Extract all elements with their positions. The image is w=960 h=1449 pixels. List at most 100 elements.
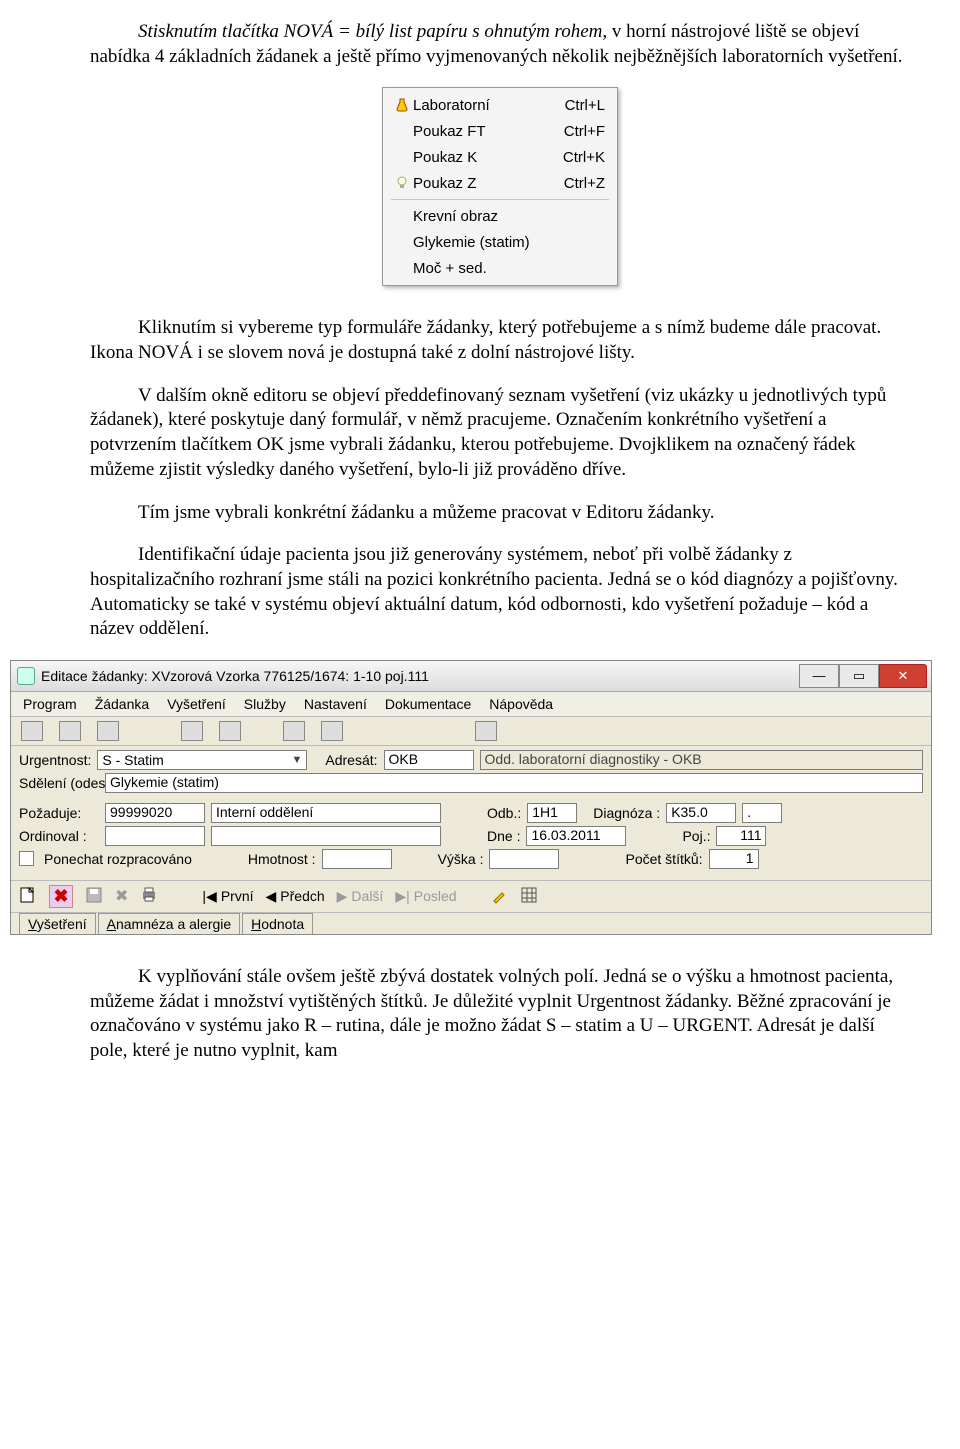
adresat-desc: Odd. laboratorní diagnostiky - OKB bbox=[480, 750, 923, 770]
label-dne: Dne : bbox=[487, 828, 520, 844]
ctx-item-krevni-obraz[interactable]: Krevní obraz bbox=[385, 203, 615, 229]
cancel-icon[interactable]: ✖ bbox=[115, 886, 128, 906]
label-urgentnost: Urgentnost: bbox=[19, 752, 91, 768]
ctx-accel: Ctrl+L bbox=[565, 97, 605, 114]
nav-first[interactable]: |◀ První bbox=[202, 888, 253, 905]
label-ponechat: Ponechat rozpracováno bbox=[44, 851, 192, 867]
menu-napoveda[interactable]: Nápověda bbox=[489, 696, 553, 712]
ctx-item-moc-sed[interactable]: Moč + sed. bbox=[385, 255, 615, 281]
label-sdeleni: Sdělení (odeslán ad): bbox=[19, 775, 99, 791]
chevron-down-icon: ▼ bbox=[291, 754, 302, 766]
sdeleni-input[interactable]: Glykemie (statim) bbox=[105, 773, 923, 793]
brush-icon[interactable] bbox=[491, 886, 509, 907]
ctx-item-poukaz-z[interactable]: Poukaz Z Ctrl+Z bbox=[385, 170, 615, 196]
app-icon bbox=[17, 667, 35, 685]
minimize-button[interactable]: — bbox=[799, 664, 839, 688]
ctx-label: Poukaz Z bbox=[413, 175, 564, 192]
ctx-item-glykemie[interactable]: Glykemie (statim) bbox=[385, 229, 615, 255]
tab-anamneza[interactable]: Anamnéza a alergie bbox=[98, 913, 241, 934]
tab-hodnota[interactable]: Hodnota bbox=[242, 913, 313, 934]
toolbar-icon[interactable] bbox=[219, 721, 241, 741]
paragraph-1: Stisknutím tlačítka NOVÁ = bílý list pap… bbox=[90, 20, 910, 69]
pocet-stitku-input[interactable]: 1 bbox=[709, 849, 759, 869]
ctx-label: Poukaz FT bbox=[413, 123, 564, 140]
ctx-accel: Ctrl+Z bbox=[564, 175, 605, 192]
label-vyska: Výška : bbox=[438, 851, 484, 867]
new-icon[interactable] bbox=[19, 886, 37, 907]
diagnoza-input[interactable]: K35.0 bbox=[666, 803, 736, 823]
menu-program[interactable]: Program bbox=[23, 696, 77, 712]
nav-toolbar: ✖ ✖ |◀ První ◀ Předch ▶ Další ▶| Posled bbox=[11, 880, 931, 913]
ctx-label: Laboratorní bbox=[413, 97, 565, 114]
pozaduje-kod-input[interactable]: 99999020 bbox=[105, 803, 205, 823]
save-icon[interactable] bbox=[85, 886, 103, 907]
menu-dokumentace[interactable]: Dokumentace bbox=[385, 696, 471, 712]
ctx-item-poukaz-k[interactable]: Poukaz K Ctrl+K bbox=[385, 144, 615, 170]
urgentnost-select[interactable]: S - Statim ▼ bbox=[97, 750, 307, 770]
form-area: Urgentnost: S - Statim ▼ Adresát: OKB Od… bbox=[11, 746, 931, 880]
tab-vysetreni[interactable]: Vyšetření bbox=[19, 913, 96, 934]
nav-next[interactable]: ▶ Další bbox=[337, 888, 384, 905]
label-pozaduje: Požaduje: bbox=[19, 805, 99, 821]
ctx-item-poukaz-ft[interactable]: Poukaz FT Ctrl+F bbox=[385, 118, 615, 144]
close-button[interactable]: ✕ bbox=[879, 664, 927, 688]
ctx-label: Glykemie (statim) bbox=[413, 234, 605, 251]
hmotnost-input[interactable] bbox=[322, 849, 392, 869]
adresat-input[interactable]: OKB bbox=[384, 750, 474, 770]
menu-zadanka[interactable]: Žádanka bbox=[95, 696, 149, 712]
ctx-label: Moč + sed. bbox=[413, 260, 605, 277]
bulb-icon bbox=[391, 176, 413, 190]
toolbar-icon[interactable] bbox=[475, 721, 497, 741]
flask-icon bbox=[391, 98, 413, 112]
nav-prev[interactable]: ◀ Předch bbox=[266, 888, 325, 905]
odb-input[interactable]: 1H1 bbox=[527, 803, 577, 823]
dne-input[interactable]: 16.03.2011 bbox=[526, 826, 626, 846]
toolbar-icon[interactable] bbox=[59, 721, 81, 741]
label-diagnoza: Diagnóza : bbox=[593, 805, 660, 821]
label-pocet-stitku: Počet štítků: bbox=[625, 851, 702, 867]
label-poj: Poj.: bbox=[682, 828, 710, 844]
label-odb: Odb.: bbox=[487, 805, 521, 821]
poj-input[interactable]: 111 bbox=[716, 826, 766, 846]
toolbar-icon[interactable] bbox=[321, 721, 343, 741]
p1-italic: Stisknutím tlačítka NOVÁ = bílý list pap… bbox=[138, 21, 607, 42]
pozaduje-nazev-input[interactable]: Interní oddělení bbox=[211, 803, 441, 823]
ctx-accel: Ctrl+F bbox=[564, 123, 605, 140]
ctx-item-laboratorni[interactable]: Laboratorní Ctrl+L bbox=[385, 92, 615, 118]
context-menu: Laboratorní Ctrl+L Poukaz FT Ctrl+F Pouk… bbox=[382, 87, 618, 286]
ordinoval-kod-input[interactable] bbox=[105, 826, 205, 846]
toolbar-icon[interactable] bbox=[283, 721, 305, 741]
paragraph-2: Kliknutím si vybereme typ formuláře žáda… bbox=[90, 316, 910, 365]
separator bbox=[391, 199, 609, 200]
delete-icon[interactable]: ✖ bbox=[49, 885, 73, 908]
menu-vysetreni[interactable]: Vyšetření bbox=[167, 696, 226, 712]
vyska-input[interactable] bbox=[489, 849, 559, 869]
diagnoza2-input[interactable]: . bbox=[742, 803, 782, 823]
urgentnost-value: S - Statim bbox=[102, 752, 163, 768]
maximize-button[interactable]: ▭ bbox=[839, 664, 879, 688]
window-titlebar: Editace žádanky: XVzorová Vzorka 776125/… bbox=[11, 661, 931, 692]
toolbar bbox=[11, 717, 931, 746]
context-menu-screenshot: Laboratorní Ctrl+L Poukaz FT Ctrl+F Pouk… bbox=[90, 87, 910, 286]
paragraph-5: Identifikační údaje pacienta jsou již ge… bbox=[90, 543, 910, 642]
menu-nastaveni[interactable]: Nastavení bbox=[304, 696, 367, 712]
editor-window-screenshot: Editace žádanky: XVzorová Vzorka 776125/… bbox=[10, 660, 932, 935]
paragraph-3: V dalším okně editoru se objeví předdefi… bbox=[90, 384, 910, 483]
label-adresat: Adresát: bbox=[325, 752, 377, 768]
print-icon[interactable] bbox=[140, 886, 158, 907]
label-hmotnost: Hmotnost : bbox=[248, 851, 316, 867]
toolbar-icon[interactable] bbox=[21, 721, 43, 741]
window-title: Editace žádanky: XVzorová Vzorka 776125/… bbox=[41, 668, 799, 684]
menu-sluzby[interactable]: Služby bbox=[244, 696, 286, 712]
ctx-accel: Ctrl+K bbox=[563, 149, 605, 166]
grid-icon[interactable] bbox=[521, 887, 537, 906]
tabs: Vyšetření Anamnéza a alergie Hodnota bbox=[11, 913, 931, 934]
toolbar-icon[interactable] bbox=[97, 721, 119, 741]
toolbar-icon[interactable] bbox=[181, 721, 203, 741]
paragraph-4: Tím jsme vybrali konkrétní žádanku a můž… bbox=[90, 501, 910, 526]
ordinoval-nazev-input[interactable] bbox=[211, 826, 441, 846]
menubar: Program Žádanka Vyšetření Služby Nastave… bbox=[11, 692, 931, 717]
nav-last[interactable]: ▶| Posled bbox=[395, 888, 456, 905]
ponechat-checkbox[interactable] bbox=[19, 851, 34, 866]
ctx-label: Poukaz K bbox=[413, 149, 563, 166]
